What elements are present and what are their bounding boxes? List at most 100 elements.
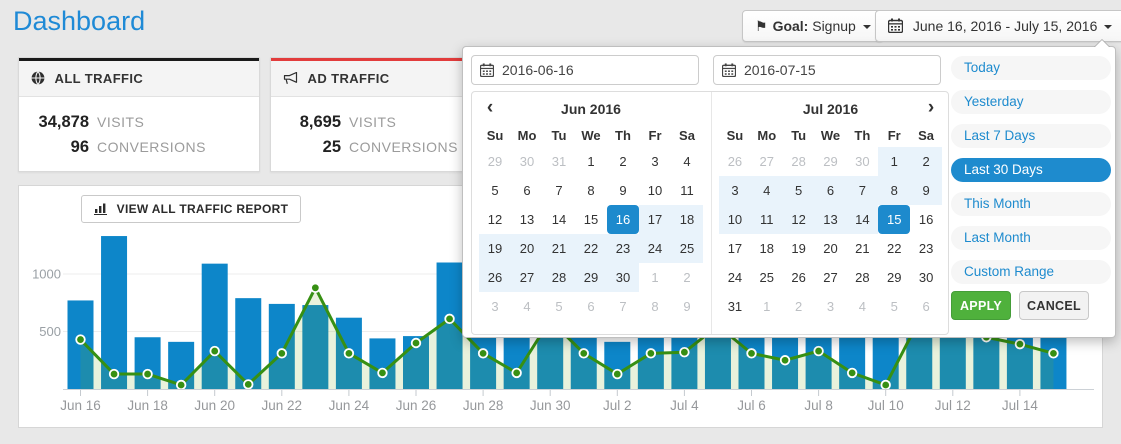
calendar-day[interactable]: 23	[910, 234, 942, 263]
calendar-day[interactable]: 8	[878, 176, 910, 205]
calendar-day[interactable]: 2	[607, 147, 639, 176]
chart-point[interactable]	[210, 347, 219, 356]
chart-point[interactable]	[680, 348, 689, 357]
calendar-day[interactable]: 19	[479, 234, 511, 263]
chart-point[interactable]	[1016, 340, 1025, 349]
calendar-day[interactable]: 14	[543, 205, 575, 234]
calendar-day[interactable]: 31	[719, 292, 751, 321]
prev-month-button[interactable]: ‹	[477, 92, 503, 123]
calendar-day[interactable]: 6	[910, 292, 942, 321]
view-all-traffic-report-button[interactable]: VIEW ALL TRAFFIC REPORT	[81, 195, 301, 223]
calendar-day[interactable]: 28	[543, 263, 575, 292]
calendar-day[interactable]: 7	[846, 176, 878, 205]
calendar-day[interactable]: 1	[878, 147, 910, 176]
calendar-day[interactable]: 4	[846, 292, 878, 321]
calendar-day[interactable]: 3	[815, 292, 847, 321]
end-date-input[interactable]	[713, 55, 941, 85]
calendar-day[interactable]: 1	[575, 147, 607, 176]
calendar-day[interactable]: 2	[783, 292, 815, 321]
chart-point[interactable]	[1049, 349, 1058, 358]
calendar-day[interactable]: 18	[751, 234, 783, 263]
chart-point[interactable]	[378, 369, 387, 378]
calendar-day[interactable]: 5	[479, 176, 511, 205]
range-option-last-30-days[interactable]: Last 30 Days	[951, 158, 1111, 182]
chart-point[interactable]	[747, 349, 756, 358]
calendar-day[interactable]: 8	[639, 292, 671, 321]
range-option-custom-range[interactable]: Custom Range	[951, 260, 1111, 284]
chart-point[interactable]	[244, 380, 253, 389]
range-option-last-month[interactable]: Last Month	[951, 226, 1111, 250]
calendar-day[interactable]: 25	[671, 234, 703, 263]
calendar-day[interactable]: 20	[815, 234, 847, 263]
calendar-day[interactable]: 21	[846, 234, 878, 263]
calendar-day[interactable]: 29	[575, 263, 607, 292]
calendar-day[interactable]: 16	[910, 205, 942, 234]
calendar-day[interactable]: 24	[639, 234, 671, 263]
range-option-this-month[interactable]: This Month	[951, 192, 1111, 216]
calendar-day[interactable]: 5	[783, 176, 815, 205]
calendar-day[interactable]: 27	[751, 147, 783, 176]
calendar-day[interactable]: 9	[671, 292, 703, 321]
apply-button[interactable]: APPLY	[951, 291, 1011, 320]
calendar-day[interactable]: 12	[783, 205, 815, 234]
calendar-day[interactable]: 29	[878, 263, 910, 292]
calendar-day[interactable]: 24	[719, 263, 751, 292]
chart-point[interactable]	[613, 370, 622, 379]
calendar-day[interactable]: 21	[543, 234, 575, 263]
calendar-day[interactable]: 13	[511, 205, 543, 234]
calendar-day[interactable]: 10	[719, 205, 751, 234]
calendar-day[interactable]: 4	[511, 292, 543, 321]
calendar-day[interactable]: 27	[815, 263, 847, 292]
calendar-day[interactable]: 5	[878, 292, 910, 321]
calendar-day[interactable]: 11	[751, 205, 783, 234]
chart-point[interactable]	[412, 339, 421, 348]
calendar-day[interactable]: 29	[479, 147, 511, 176]
chart-point[interactable]	[579, 349, 588, 358]
chart-point[interactable]	[647, 349, 656, 358]
calendar-day[interactable]: 19	[783, 234, 815, 263]
calendar-day[interactable]: 27	[511, 263, 543, 292]
calendar-day[interactable]: 9	[910, 176, 942, 205]
calendar-day[interactable]: 8	[575, 176, 607, 205]
range-option-last-7-days[interactable]: Last 7 Days	[951, 124, 1111, 148]
chart-point[interactable]	[814, 347, 823, 356]
calendar-day[interactable]: 3	[639, 147, 671, 176]
chart-point[interactable]	[881, 381, 890, 390]
calendar-day[interactable]: 28	[783, 147, 815, 176]
calendar-day[interactable]: 6	[575, 292, 607, 321]
calendar-day[interactable]: 30	[511, 147, 543, 176]
calendar-day[interactable]: 23	[607, 234, 639, 263]
chart-point[interactable]	[76, 335, 85, 344]
next-month-button[interactable]: ›	[918, 92, 944, 123]
calendar-day[interactable]: 6	[511, 176, 543, 205]
calendar-day[interactable]: 30	[846, 147, 878, 176]
calendar-day[interactable]: 13	[815, 205, 847, 234]
goal-dropdown-button[interactable]: ⚑Goal: Signup	[742, 10, 884, 42]
calendar-day[interactable]: 18	[671, 205, 703, 234]
calendar-day[interactable]: 11	[671, 176, 703, 205]
calendar-day[interactable]: 6	[815, 176, 847, 205]
cancel-button[interactable]: CANCEL	[1019, 291, 1089, 320]
chart-point[interactable]	[781, 356, 790, 365]
calendar-day[interactable]: 7	[607, 292, 639, 321]
calendar-day[interactable]: 15	[575, 205, 607, 234]
chart-point[interactable]	[143, 370, 152, 379]
calendar-day[interactable]: 28	[846, 263, 878, 292]
calendar-day[interactable]: 1	[639, 263, 671, 292]
calendar-day[interactable]: 17	[639, 205, 671, 234]
calendar-day[interactable]: 2	[671, 263, 703, 292]
chart-point[interactable]	[110, 370, 119, 379]
daterange-dropdown-button[interactable]: June 16, 2016 - July 15, 2016	[875, 10, 1121, 42]
calendar-day[interactable]: 22	[878, 234, 910, 263]
calendar-day[interactable]: 17	[719, 234, 751, 263]
calendar-day[interactable]: 31	[543, 147, 575, 176]
calendar-day[interactable]: 16	[607, 205, 639, 234]
calendar-day[interactable]: 2	[910, 147, 942, 176]
chart-point[interactable]	[848, 369, 857, 378]
chart-point[interactable]	[345, 349, 354, 358]
calendar-day[interactable]: 10	[639, 176, 671, 205]
start-date-input[interactable]	[471, 55, 699, 85]
calendar-day[interactable]: 26	[719, 147, 751, 176]
chart-point[interactable]	[177, 381, 186, 390]
calendar-day[interactable]: 4	[671, 147, 703, 176]
